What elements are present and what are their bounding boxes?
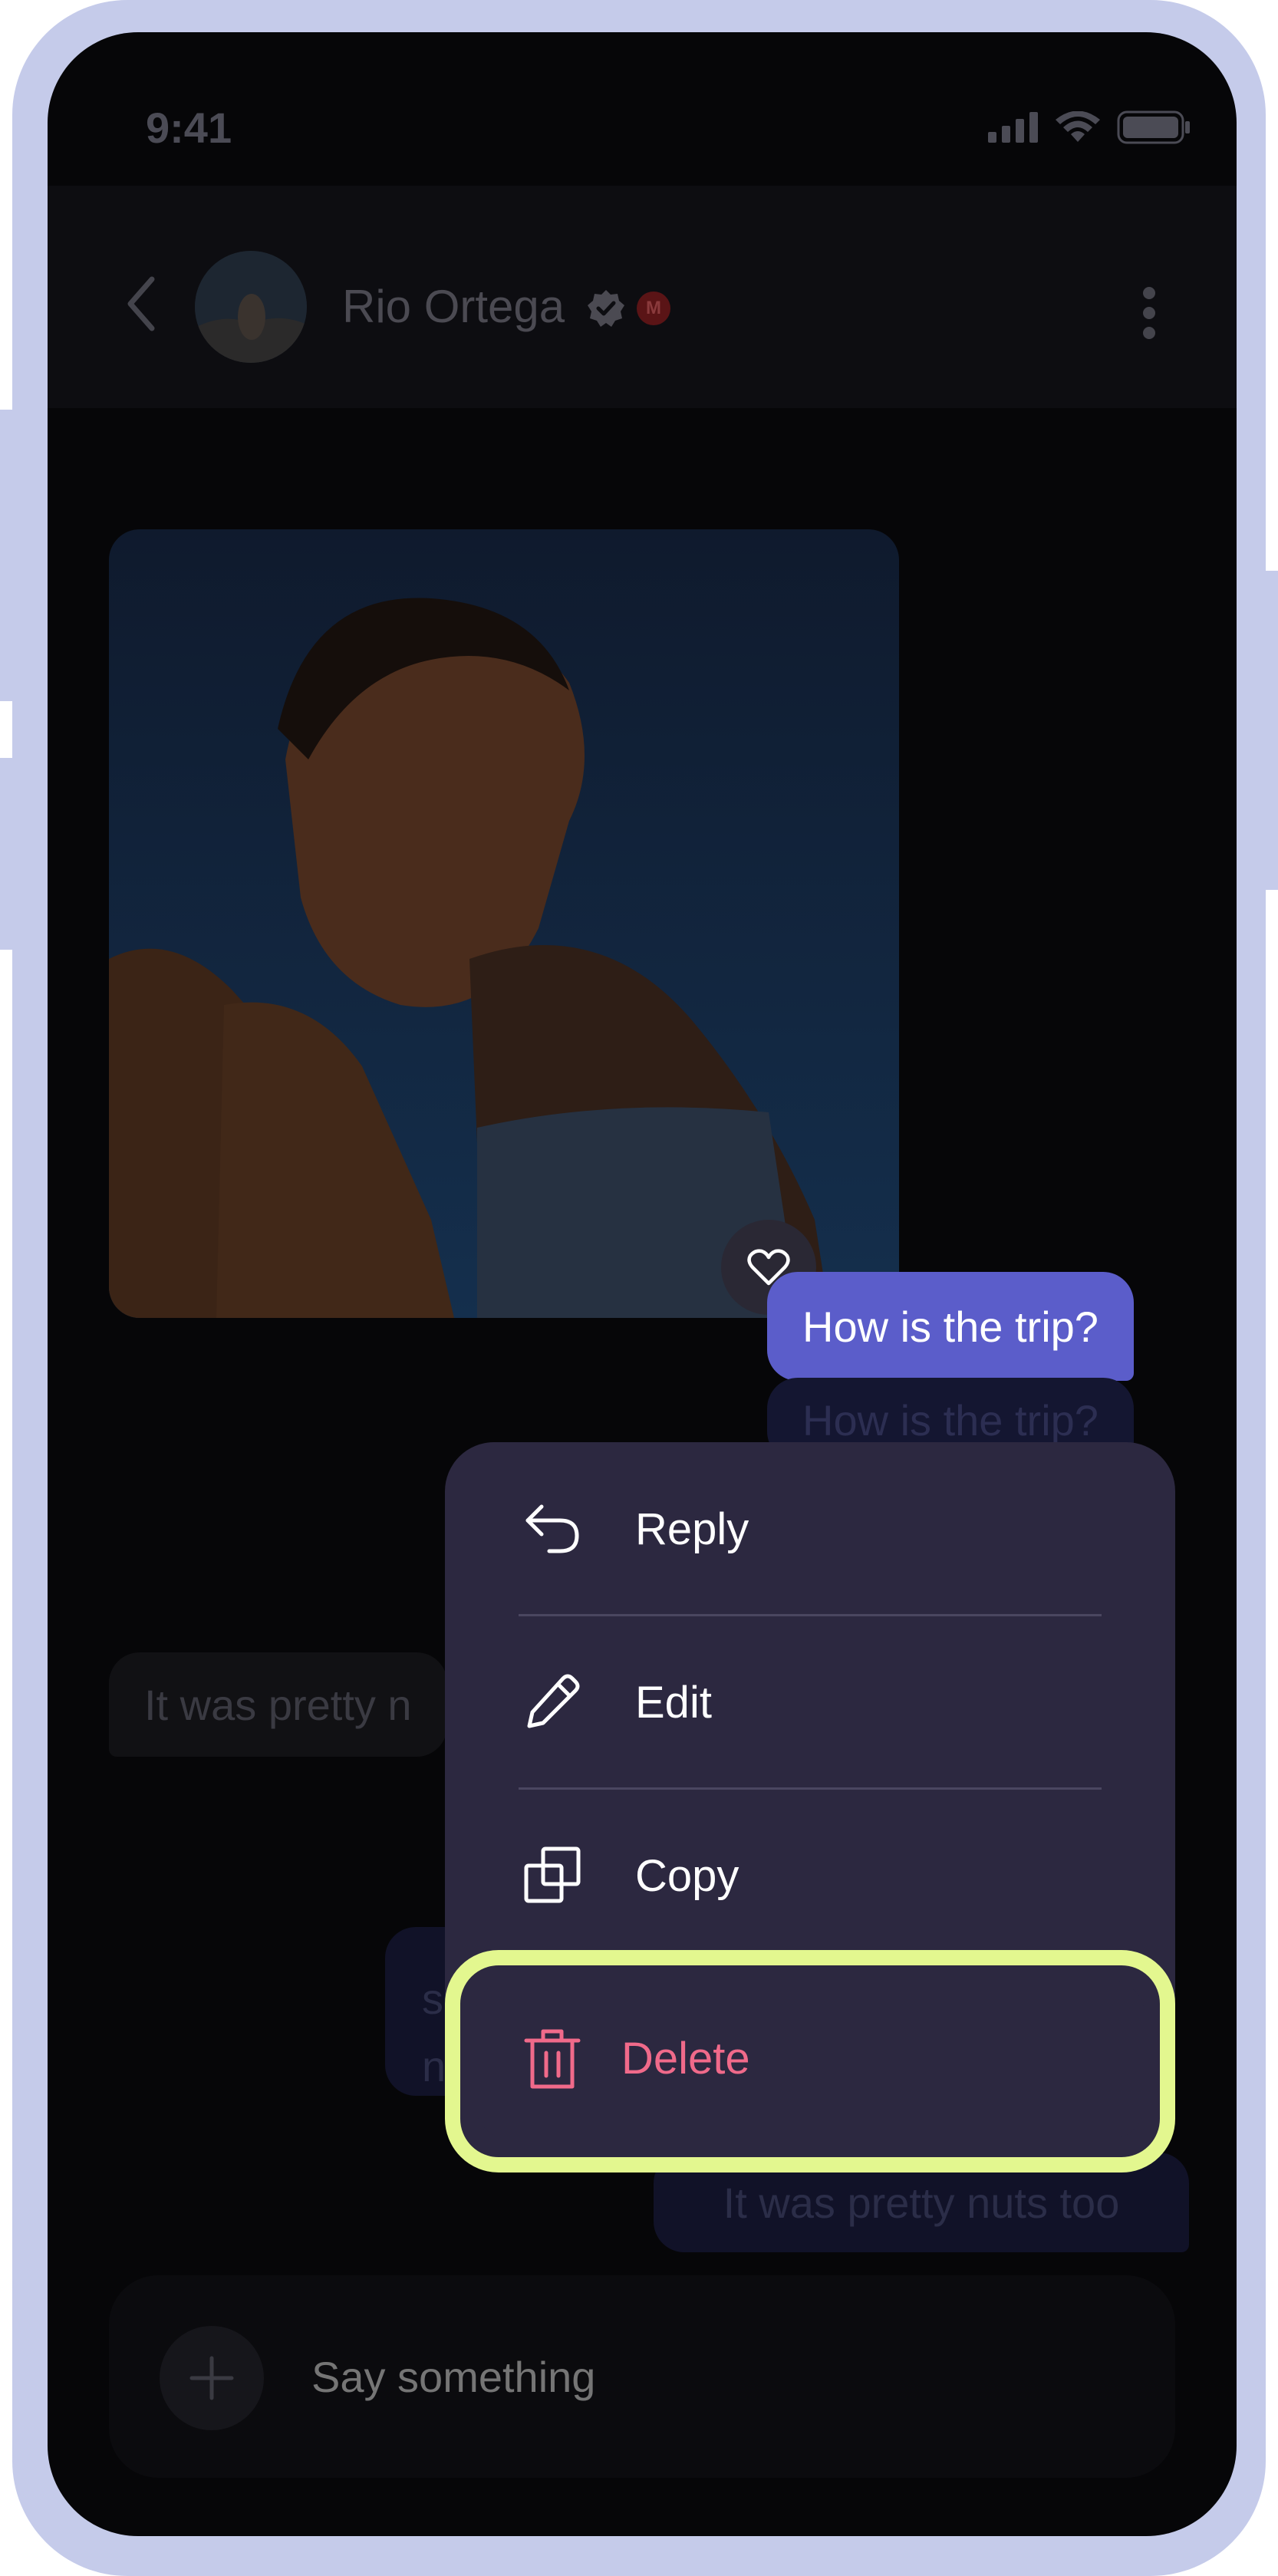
menu-item-edit-label: Edit: [635, 1677, 712, 1728]
trash-icon: [524, 2029, 581, 2089]
message-photo[interactable]: [109, 529, 899, 1318]
status-bar: 9:41: [48, 32, 1237, 186]
photo-image: [109, 529, 899, 1318]
avatar[interactable]: [195, 251, 307, 363]
menu-item-delete-label: Delete: [621, 2034, 750, 2084]
menu-item-delete[interactable]: Delete: [476, 1981, 1145, 2139]
battery-icon: [1117, 110, 1190, 144]
side-button-left-1: [0, 410, 17, 701]
more-vertical-icon[interactable]: [1141, 285, 1157, 341]
menu-item-copy[interactable]: Copy: [445, 1789, 1175, 1962]
copy-icon: [524, 1846, 581, 1903]
contact-name[interactable]: Rio Ortega: [342, 280, 565, 333]
reply-icon: [525, 1504, 579, 1553]
verified-icon: [588, 290, 624, 327]
side-button-left-2: [0, 758, 17, 950]
pencil-icon: [527, 1674, 580, 1728]
back-chevron-icon[interactable]: [126, 276, 156, 331]
side-button-right: [1261, 571, 1278, 890]
menu-item-edit[interactable]: Edit: [445, 1616, 1175, 1789]
plus-icon: [189, 2356, 234, 2400]
phone-screen: 9:41 Rio Ortega M How is the trip? How i…: [48, 32, 1237, 2536]
menu-item-reply-label: Reply: [635, 1504, 749, 1554]
cellular-signal-icon: [988, 112, 1038, 143]
m-badge: M: [637, 292, 670, 325]
menu-item-copy-label: Copy: [635, 1850, 739, 1901]
composer-bar: [109, 2275, 1175, 2478]
menu-item-reply[interactable]: Reply: [445, 1442, 1175, 1616]
status-time: 9:41: [146, 104, 232, 152]
wifi-icon: [1056, 111, 1100, 142]
received-message-bubble: It was pretty n: [109, 1652, 447, 1757]
chat-header: Rio Ortega M: [48, 186, 1237, 408]
avatar-photo: [195, 251, 307, 363]
status-icons: [988, 110, 1191, 144]
add-attachment-button[interactable]: [160, 2326, 264, 2430]
sent-message-bubble[interactable]: How is the trip?: [767, 1272, 1134, 1381]
message-input[interactable]: [311, 2352, 1079, 2402]
